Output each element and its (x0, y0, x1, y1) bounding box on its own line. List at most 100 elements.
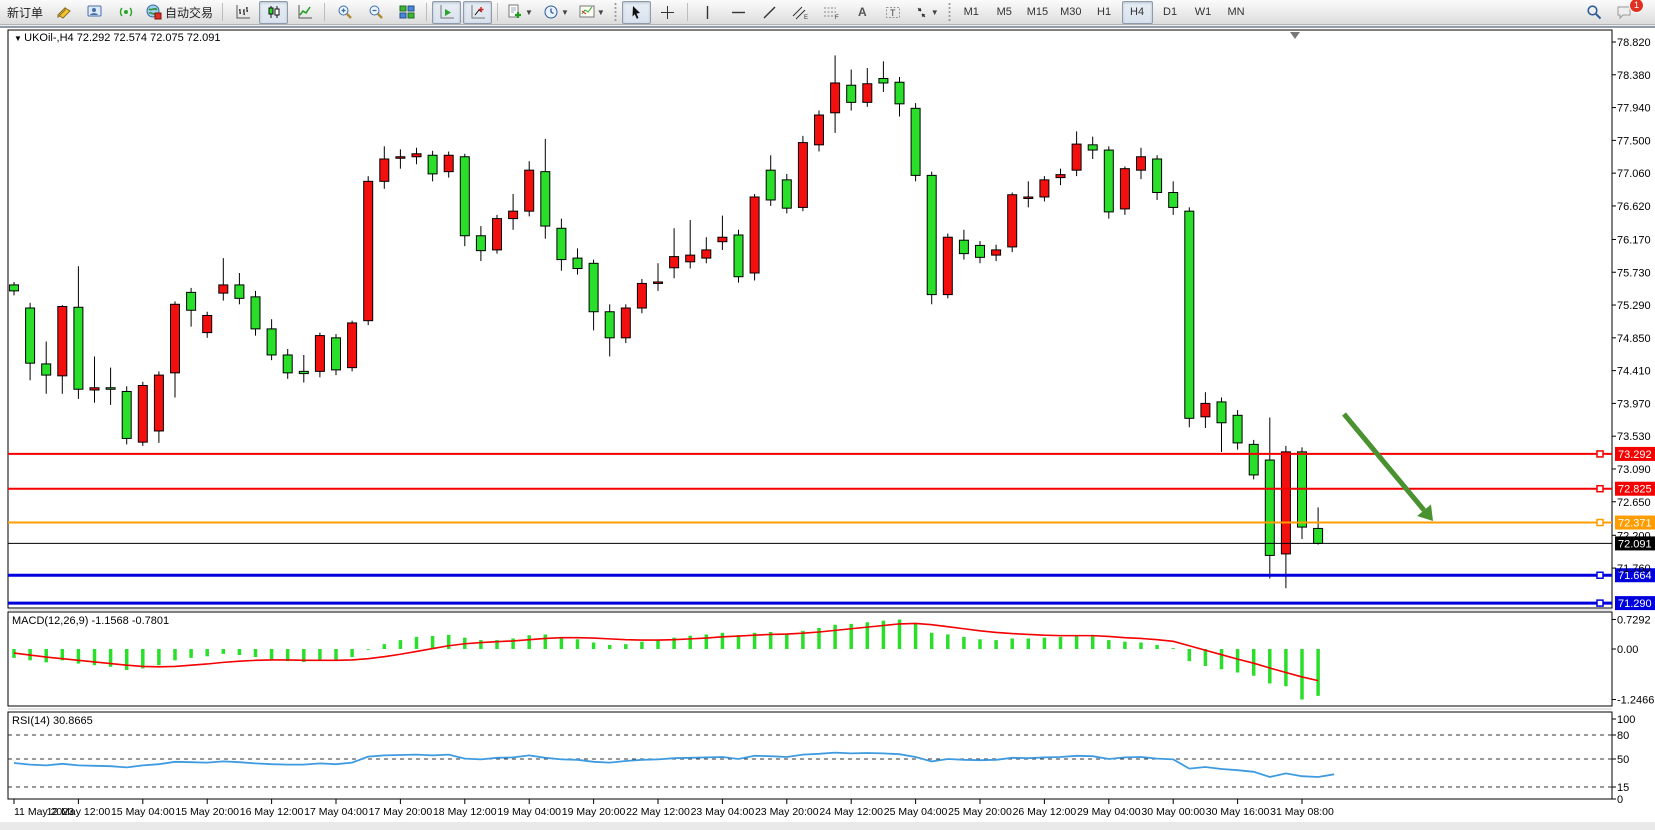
price-axis-label[interactable]: 74.850 (1617, 333, 1651, 345)
price-axis-label[interactable]: 73.970 (1617, 398, 1651, 410)
price-axis-label[interactable]: 76.170 (1617, 234, 1651, 246)
bear-candle-body (1104, 150, 1113, 212)
bull-candle-body (718, 237, 727, 241)
timeframe-m30-button[interactable]: M30 (1055, 1, 1086, 24)
vertical-line-tool[interactable] (693, 1, 722, 24)
price-axis-label[interactable]: 72.200 (1617, 530, 1651, 542)
time-axis-label[interactable]: 23 May 20:00 (755, 806, 819, 818)
bull-candle-body (1040, 180, 1049, 197)
time-axis-label[interactable]: 31 May 08:00 (1270, 806, 1334, 818)
time-axis-label[interactable]: 15 May 20:00 (175, 806, 239, 818)
zoom-out-button[interactable] (361, 1, 390, 24)
shapes-tool[interactable]: ▼ (910, 1, 943, 24)
price-axis-label[interactable]: 75.730 (1617, 267, 1651, 279)
horizontal-line-tool[interactable] (724, 1, 753, 24)
tile-windows-button[interactable] (392, 1, 421, 24)
hline-anchor-marker[interactable] (1597, 600, 1603, 606)
bear-candle-body (187, 292, 196, 310)
bar-chart-mode-button[interactable] (228, 1, 257, 24)
bull-candle-body (815, 115, 824, 145)
hline-anchor-marker[interactable] (1597, 486, 1603, 492)
time-axis-label[interactable]: 23 May 04:00 (691, 806, 755, 818)
price-axis-label[interactable]: 76.620 (1617, 201, 1651, 213)
price-axis-label[interactable]: 73.090 (1617, 464, 1651, 476)
price-axis-label[interactable]: 74.410 (1617, 366, 1651, 378)
time-axis-label[interactable]: 24 May 12:00 (819, 806, 883, 818)
periods-button[interactable]: ▼ (539, 1, 573, 24)
price-axis-label[interactable]: 72.650 (1617, 497, 1651, 509)
price-axis-label[interactable]: 71.760 (1617, 563, 1651, 575)
time-axis-label[interactable]: 16 May 12:00 (240, 806, 304, 818)
time-axis-label[interactable]: 26 May 12:00 (1013, 806, 1077, 818)
new-order-button[interactable]: 新订单 (3, 1, 47, 24)
channel-tool[interactable]: E (786, 1, 815, 24)
time-axis-label[interactable]: 25 May 04:00 (884, 806, 948, 818)
market-book-icon[interactable] (49, 1, 78, 24)
label-tool[interactable]: T (879, 1, 908, 24)
zoom-in-button[interactable] (330, 1, 359, 24)
bear-candle-body (927, 175, 936, 294)
price-axis-label[interactable]: 77.500 (1617, 135, 1651, 147)
indicators-button[interactable]: ▼ (503, 1, 537, 24)
cursor-tool-button[interactable] (622, 1, 651, 24)
time-axis-label[interactable]: 30 May 00:00 (1141, 806, 1205, 818)
price-axis-label[interactable]: 78.380 (1617, 70, 1651, 82)
time-axis-label[interactable]: 22 May 12:00 (626, 806, 690, 818)
time-axis-label[interactable]: 19 May 20:00 (562, 806, 626, 818)
candlestick-icon (266, 4, 282, 20)
autotrading-button[interactable]: 自动交易 (142, 1, 217, 24)
bar-chart-icon (235, 4, 251, 20)
terminal-button[interactable] (80, 1, 109, 24)
search-button[interactable] (1579, 1, 1608, 24)
timeframe-h4-button[interactable]: H4 (1122, 1, 1153, 24)
time-axis-label[interactable]: 17 May 04:00 (304, 806, 368, 818)
bull-candle-body (798, 143, 807, 208)
time-axis-label[interactable]: 29 May 04:00 (1077, 806, 1141, 818)
time-axis-label[interactable]: 18 May 12:00 (433, 806, 497, 818)
timeframe-h1-button[interactable]: H1 (1089, 1, 1120, 24)
text-tool[interactable]: A (848, 1, 877, 24)
hline-anchor-marker[interactable] (1597, 572, 1603, 578)
time-axis-label[interactable]: 30 May 16:00 (1206, 806, 1270, 818)
bear-candle-body (428, 155, 437, 174)
hline-anchor-marker[interactable] (1597, 451, 1603, 457)
bull-candle-body (702, 250, 711, 258)
hline-anchor-marker[interactable] (1597, 520, 1603, 526)
timeframe-w1-button[interactable]: W1 (1188, 1, 1219, 24)
signals-button[interactable] (111, 1, 140, 24)
auto-scroll-button[interactable] (432, 1, 461, 24)
price-axis-label[interactable]: 77.940 (1617, 103, 1651, 115)
bear-candle-body (122, 391, 131, 438)
price-axis-label[interactable]: 73.530 (1617, 431, 1651, 443)
timeframe-m15-button[interactable]: M15 (1022, 1, 1053, 24)
bear-candle-body (959, 240, 968, 253)
toolbar-separator (497, 3, 498, 21)
candle (364, 176, 373, 325)
price-axis-label[interactable]: 75.290 (1617, 300, 1651, 312)
templates-button[interactable]: ▼ (575, 1, 609, 24)
crosshair-tool-button[interactable] (653, 1, 682, 24)
time-axis-label[interactable]: 12 May 12:00 (47, 806, 111, 818)
price-axis-label[interactable]: 78.820 (1617, 37, 1651, 49)
line-chart-mode-button[interactable] (290, 1, 319, 24)
timeframe-d1-button[interactable]: D1 (1155, 1, 1186, 24)
bear-candle-body (541, 172, 550, 226)
chart-shift-button[interactable] (463, 1, 492, 24)
time-axis-label[interactable]: 17 May 20:00 (369, 806, 433, 818)
window-bottom-strip (0, 822, 1655, 830)
candlestick-mode-button[interactable] (259, 1, 288, 24)
timeframe-mn-button[interactable]: MN (1221, 1, 1252, 24)
chart-canvas[interactable]: 73.29272.82572.37172.09171.66471.29078.8… (0, 26, 1655, 830)
indicators-icon (507, 4, 523, 20)
bear-candle-body (1169, 193, 1178, 208)
notifications-button[interactable]: 1 (1610, 1, 1639, 24)
time-axis-label[interactable]: 15 May 04:00 (111, 806, 175, 818)
price-axis-label[interactable]: 77.060 (1617, 168, 1651, 180)
trendline-tool[interactable] (755, 1, 784, 24)
fibonacci-tool[interactable]: F (817, 1, 846, 24)
timeframe-m1-button[interactable]: M1 (956, 1, 987, 24)
time-axis-label[interactable]: 19 May 04:00 (497, 806, 561, 818)
bear-candle-body (10, 285, 19, 291)
timeframe-m5-button[interactable]: M5 (989, 1, 1020, 24)
time-axis-label[interactable]: 25 May 20:00 (948, 806, 1012, 818)
